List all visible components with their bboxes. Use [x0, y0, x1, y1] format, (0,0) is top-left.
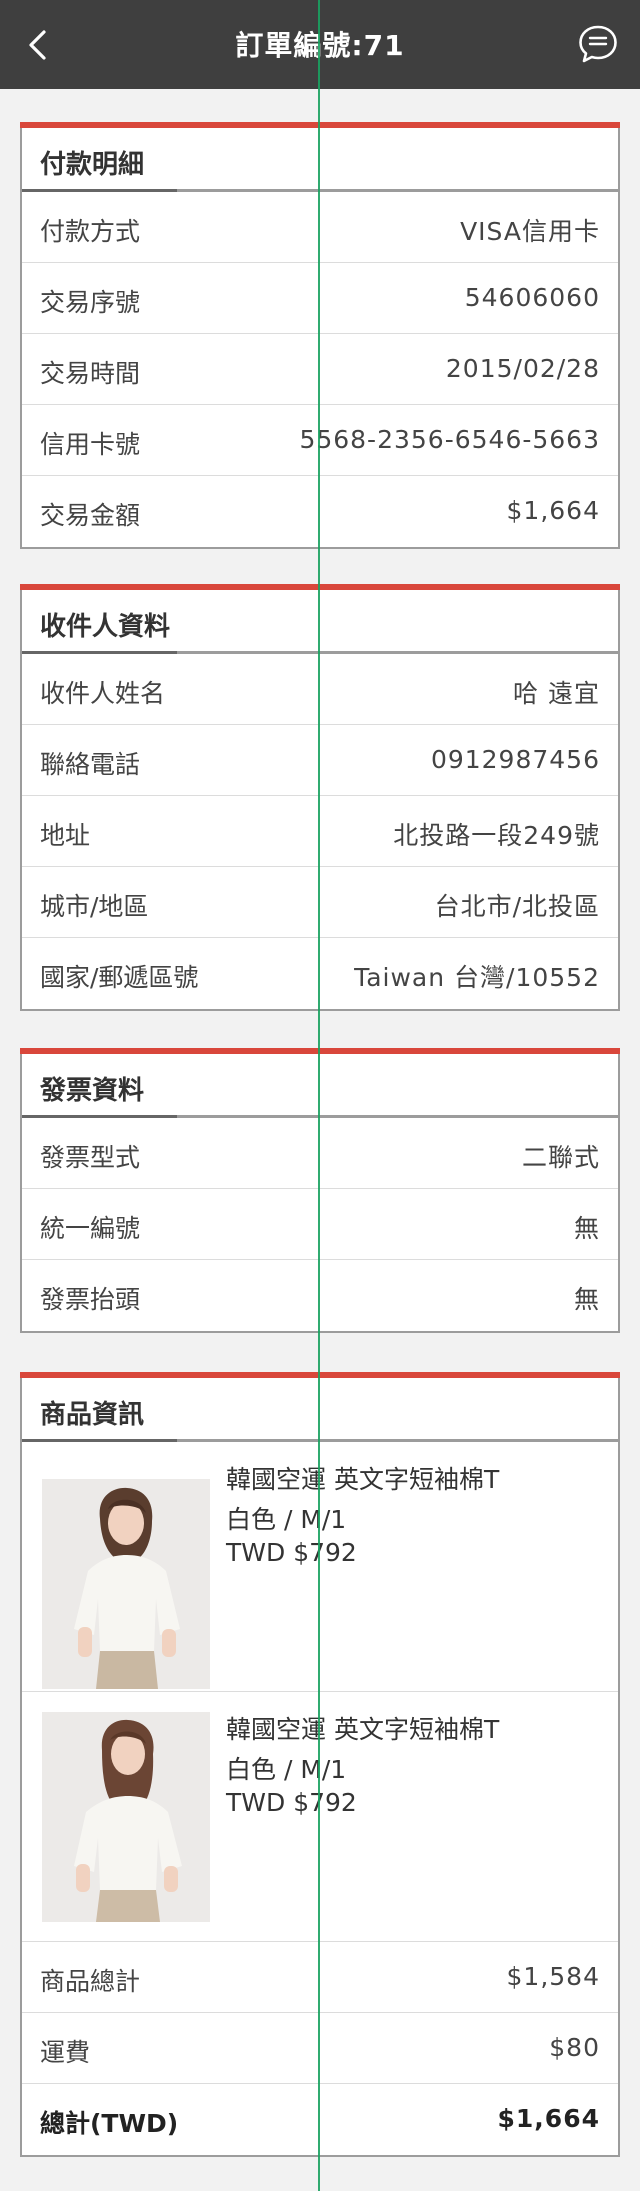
section-title-row: 付款明細	[22, 128, 618, 192]
product-image[interactable]	[42, 1479, 210, 1689]
row-value: $1,664	[506, 496, 600, 525]
country-zip-row: 國家/郵遞區號 Taiwan 台灣/10552	[22, 938, 618, 1009]
row-label: 地址	[40, 821, 91, 850]
products-section-title: 商品資訊	[40, 1400, 145, 1430]
row-value: 無	[573, 1285, 600, 1314]
chat-icon[interactable]	[578, 24, 618, 64]
invoice-section-title: 發票資料	[40, 1076, 145, 1106]
product-name[interactable]: 韓國空運 英文字短袖棉T	[226, 1710, 499, 1746]
product-price: TWD $792	[226, 1538, 357, 1567]
row-label: 聯絡電話	[40, 750, 141, 779]
product-name[interactable]: 韓國空運 英文字短袖棉T	[226, 1460, 499, 1496]
row-label: 發票型式	[40, 1143, 141, 1172]
product-image[interactable]	[42, 1712, 210, 1922]
payment-section: 付款明細 付款方式 VISA信用卡 交易序號 54606060 交易時間 201…	[20, 122, 620, 549]
row-value: 5568-2356-6546-5663	[299, 425, 600, 454]
row-label: 交易金額	[40, 501, 141, 530]
page-title: 訂單編號:71	[0, 24, 640, 64]
row-value: VISA信用卡	[460, 217, 600, 246]
recipient-section: 收件人資料 收件人姓名 哈 遠宜 聯絡電話 0912987456 地址 北投路一…	[20, 584, 620, 1011]
row-label: 交易序號	[40, 288, 141, 317]
row-value: $1,584	[506, 1962, 600, 1991]
row-label: 統一編號	[40, 1214, 141, 1243]
payment-section-title: 付款明細	[40, 150, 145, 180]
center-guide-line	[318, 0, 320, 2191]
row-value: 台北市/北投區	[434, 892, 600, 921]
row-value: Taiwan 台灣/10552	[354, 963, 600, 992]
product-spec: 白色 / M/1	[226, 1755, 347, 1784]
invoice-type-row: 發票型式 二聯式	[22, 1118, 618, 1189]
invoice-title-row: 發票抬頭 無	[22, 1260, 618, 1331]
row-label: 總計(TWD)	[40, 2109, 179, 2138]
row-value: 北投路一段249號	[393, 821, 600, 850]
invoice-section: 發票資料 發票型式 二聯式 統一編號 無 發票抬頭 無	[20, 1048, 620, 1333]
products-section: 商品資訊 韓國空運 英文字短袖棉T 白色 / M/1 TWD $792 韓國空運…	[20, 1372, 620, 2157]
row-value: 0912987456	[430, 745, 600, 774]
transaction-amount-row: 交易金額 $1,664	[22, 476, 618, 547]
recipient-section-title: 收件人資料	[40, 612, 171, 642]
transaction-number-row: 交易序號 54606060	[22, 263, 618, 334]
row-value: 哈 遠宜	[513, 679, 600, 708]
payment-method-row: 付款方式 VISA信用卡	[22, 192, 618, 263]
row-label: 國家/郵遞區號	[40, 963, 199, 992]
row-label: 收件人姓名	[40, 679, 166, 708]
card-number-row: 信用卡號 5568-2356-6546-5663	[22, 405, 618, 476]
row-label: 運費	[40, 2038, 91, 2067]
shipping-row: 運費 $80	[22, 2013, 618, 2084]
model-photo-icon	[42, 1479, 210, 1689]
section-title-row: 商品資訊	[22, 1378, 618, 1442]
row-value: 無	[573, 1214, 600, 1243]
product-spec: 白色 / M/1	[226, 1505, 347, 1534]
row-label: 交易時間	[40, 359, 141, 388]
address-row: 地址 北投路一段249號	[22, 796, 618, 867]
row-label: 商品總計	[40, 1967, 141, 1996]
total-row: 總計(TWD) $1,664	[22, 2084, 618, 2155]
row-value: 二聯式	[521, 1143, 600, 1172]
phone-row: 聯絡電話 0912987456	[22, 725, 618, 796]
row-label: 發票抬頭	[40, 1285, 141, 1314]
city-region-row: 城市/地區 台北市/北投區	[22, 867, 618, 938]
row-value: 54606060	[464, 283, 600, 312]
row-label: 付款方式	[40, 217, 141, 246]
subtotal-row: 商品總計 $1,584	[22, 1942, 618, 2013]
section-title-row: 發票資料	[22, 1054, 618, 1118]
row-value: 2015/02/28	[445, 354, 600, 383]
product-item[interactable]: 韓國空運 英文字短袖棉T 白色 / M/1 TWD $792	[22, 1692, 618, 1942]
row-label: 信用卡號	[40, 430, 141, 459]
row-value: $1,664	[497, 2104, 600, 2133]
section-title-row: 收件人資料	[22, 590, 618, 654]
transaction-time-row: 交易時間 2015/02/28	[22, 334, 618, 405]
model-photo-icon	[42, 1712, 210, 1922]
recipient-name-row: 收件人姓名 哈 遠宜	[22, 654, 618, 725]
app-header: 訂單編號:71	[0, 0, 640, 89]
tax-id-row: 統一編號 無	[22, 1189, 618, 1260]
product-price: TWD $792	[226, 1788, 357, 1817]
row-label: 城市/地區	[40, 892, 149, 921]
product-item[interactable]: 韓國空運 英文字短袖棉T 白色 / M/1 TWD $792	[22, 1442, 618, 1692]
row-value: $80	[549, 2033, 600, 2062]
